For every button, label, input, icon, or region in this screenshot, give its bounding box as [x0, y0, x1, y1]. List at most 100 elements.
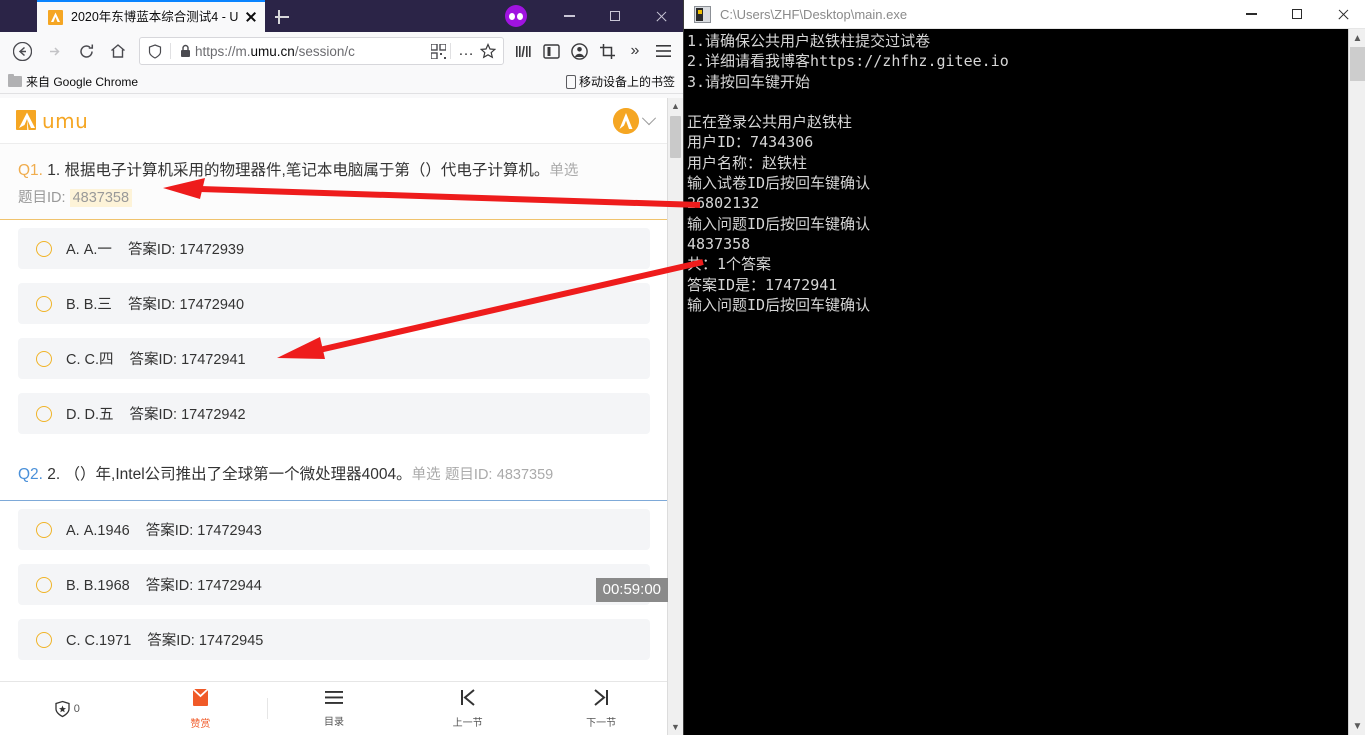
reward-label: 赞赏	[190, 718, 211, 730]
radio-icon[interactable]	[36, 521, 52, 538]
question-2-id-value[interactable]: 4837359	[497, 467, 553, 483]
bookmark-mobile[interactable]: 移动设备上的书签	[565, 73, 675, 90]
radio-icon[interactable]	[36, 405, 52, 422]
option-row[interactable]: B. B.1968 答案ID: 17472944	[18, 564, 650, 605]
lock-icon[interactable]	[175, 44, 195, 58]
question-1-id-label: 题目ID:	[18, 190, 66, 206]
urlbar-divider-2	[450, 43, 451, 59]
question-2-id-label: 题目ID:	[444, 467, 493, 483]
url-text[interactable]: https://m.umu.cn/session/c	[195, 44, 430, 59]
console-scrollbar[interactable]: ▲ ▼	[1348, 29, 1365, 735]
window-close-button[interactable]	[638, 0, 684, 32]
next-section-label: 下一节	[586, 718, 617, 729]
option-text: C. C.1971 答案ID: 17472945	[66, 633, 264, 649]
screenshot-icon[interactable]	[593, 37, 621, 65]
bookmark-google-chrome[interactable]: 来自 Google Chrome	[8, 73, 138, 90]
option-row[interactable]: C. C.1971 答案ID: 17472945	[18, 619, 650, 660]
bookmarks-bar: 来自 Google Chrome 移动设备上的书签	[0, 70, 683, 94]
browser-tab[interactable]: 2020年东博蓝本综合测试4 - U	[37, 0, 265, 32]
console-scroll-up-icon[interactable]: ▲	[1349, 29, 1365, 47]
question-1-type: 单选	[549, 163, 579, 179]
console-window: C:\Users\ZHF\Desktop\main.exe 1.请确保公共用户赵…	[683, 0, 1365, 735]
console-body[interactable]: 1.请确保公共用户赵铁柱提交过试卷 2.详细请看我博客https://zhfhz…	[684, 29, 1365, 735]
umu-header: umu	[0, 98, 668, 144]
option-row[interactable]: D. D.五 答案ID: 17472942	[18, 393, 650, 434]
bottombar-next-section[interactable]: 下一节	[534, 688, 668, 729]
question-2-options: A. A.1946 答案ID: 17472943 B. B.1968 答案ID: 1…	[0, 501, 668, 660]
scroll-up-icon[interactable]: ▲	[668, 98, 683, 114]
option-text: A. A.1946 答案ID: 17472943	[66, 523, 262, 539]
radio-icon[interactable]	[36, 240, 52, 257]
browser-tabbar: 2020年东博蓝本综合测试4 - U	[0, 0, 683, 32]
library-icon[interactable]	[509, 37, 537, 65]
option-text: B. B.三 答案ID: 17472940	[66, 297, 245, 313]
option-row[interactable]: A. A.一 答案ID: 17472939	[18, 228, 650, 269]
chevron-down-icon[interactable]	[641, 110, 657, 125]
avatar[interactable]	[613, 107, 639, 134]
page-actions-icon[interactable]: …	[455, 43, 477, 59]
extension-icon[interactable]	[505, 5, 527, 27]
radio-icon[interactable]	[36, 576, 52, 593]
radio-icon[interactable]	[36, 350, 52, 367]
question-1-options: A. A.一 答案ID: 17472939 B. B.三 答案ID: 1747294…	[0, 220, 668, 434]
umu-page: umu Q1. 1. 根据电子计算机采用的物理器件,笔记本电脑属于第（）代电子计…	[0, 98, 668, 735]
reload-icon[interactable]	[70, 35, 102, 67]
console-maximize-button[interactable]	[1274, 0, 1320, 29]
overflow-icon[interactable]: »	[621, 37, 649, 65]
envelope-icon	[191, 687, 210, 713]
scroll-down-icon[interactable]: ▼	[668, 719, 683, 735]
option-row[interactable]: A. A.1946 答案ID: 17472943	[18, 509, 650, 550]
console-minimize-button[interactable]	[1228, 0, 1274, 29]
bottombar-likes[interactable]: 0	[0, 700, 134, 718]
bottombar-prev-section[interactable]: 上一节	[401, 688, 535, 729]
console-scroll-down-icon[interactable]: ▼	[1349, 717, 1365, 735]
console-close-button[interactable]	[1320, 0, 1365, 29]
option-text: B. B.1968 答案ID: 17472944	[66, 578, 262, 594]
bookmark-mobile-label: 移动设备上的书签	[578, 75, 675, 89]
window-minimize-button[interactable]	[546, 0, 592, 32]
bookmark-star-icon[interactable]	[477, 43, 499, 59]
new-tab-button[interactable]	[272, 7, 292, 27]
shield-icon[interactable]	[144, 43, 166, 59]
phone-icon	[565, 74, 576, 89]
account-icon[interactable]	[565, 37, 593, 65]
url-bar[interactable]: https://m.umu.cn/session/c …	[139, 37, 504, 65]
folder-icon	[8, 73, 22, 87]
page-scrollbar-thumb[interactable]	[670, 116, 681, 158]
sidebar-icon[interactable]	[537, 37, 565, 65]
bottombar-reward[interactable]: 赞赏	[134, 687, 268, 730]
console-app-icon	[694, 5, 711, 23]
option-text: D. D.五 答案ID: 17472942	[66, 407, 246, 423]
bookmark-label: 来自 Google Chrome	[26, 75, 139, 89]
radio-icon[interactable]	[36, 631, 52, 648]
option-row[interactable]: B. B.三 答案ID: 17472940	[18, 283, 650, 324]
web-page-viewport: umu Q1. 1. 根据电子计算机采用的物理器件,笔记本电脑属于第（）代电子计…	[0, 98, 683, 735]
umu-header-right	[613, 107, 657, 134]
mask-icon	[509, 12, 523, 20]
question-1-id-line: 题目ID: 4837358	[18, 186, 650, 207]
question-2-type: 单选	[411, 467, 441, 483]
list-icon	[324, 689, 344, 711]
umu-logo[interactable]: umu	[14, 108, 88, 134]
umu-wordmark: umu	[42, 108, 89, 133]
home-icon[interactable]	[102, 35, 134, 67]
console-output: 1.请确保公共用户赵铁柱提交过试卷 2.详细请看我博客https://zhfhz…	[687, 32, 1009, 314]
close-tab-icon[interactable]	[243, 9, 259, 25]
console-scrollbar-thumb[interactable]	[1350, 47, 1365, 81]
prev-section-label: 上一节	[452, 718, 483, 729]
bottombar-catalog[interactable]: 目录	[267, 689, 401, 728]
window-maximize-button[interactable]	[592, 0, 638, 32]
question-1-text-line: Q1. 1. 根据电子计算机采用的物理器件,笔记本电脑属于第（）代电子计算机。单…	[18, 158, 650, 184]
question-1-text: 1. 根据电子计算机采用的物理器件,笔记本电脑属于第（）代电子计算机。	[47, 162, 550, 179]
option-row[interactable]: C. C.四 答案ID: 17472941	[18, 338, 650, 379]
radio-icon[interactable]	[36, 295, 52, 312]
screen: 2020年东博蓝本综合测试4 - U https://m.umu.cn/sess…	[0, 0, 1365, 735]
app-menu-icon[interactable]	[649, 37, 677, 65]
umu-bottom-toolbar: 0 赞赏 目录 上一节 下一节	[0, 681, 668, 735]
option-text: A. A.一 答案ID: 17472939	[66, 242, 245, 258]
back-icon[interactable]	[6, 35, 38, 67]
qr-code-icon[interactable]	[430, 42, 447, 60]
page-scrollbar[interactable]: ▲ ▼	[667, 98, 683, 735]
question-1-id-value[interactable]: 4837358	[69, 189, 133, 207]
exam-timer: 00:59:00	[595, 578, 668, 602]
